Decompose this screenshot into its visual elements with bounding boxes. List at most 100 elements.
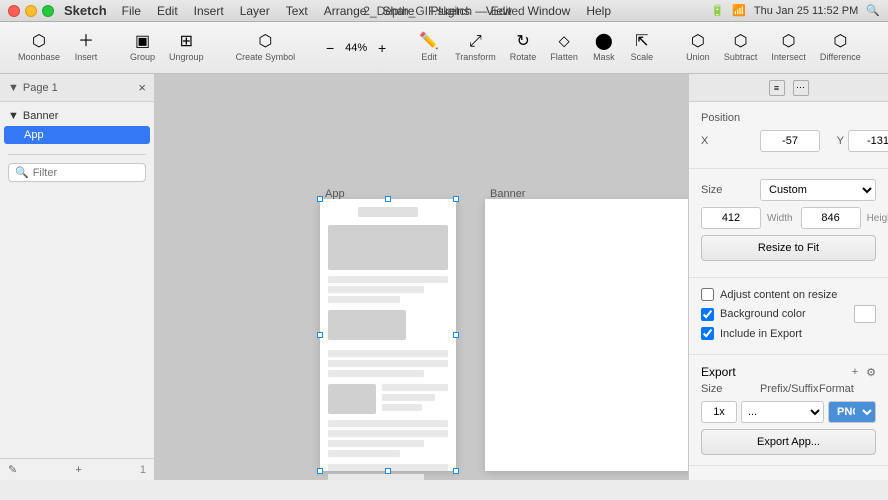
page-expand-icon[interactable]: ▼ xyxy=(8,82,19,94)
include-export-checkbox[interactable] xyxy=(701,327,714,340)
height-input[interactable] xyxy=(801,207,861,229)
panel-tab-icon-2[interactable]: ⋯ xyxy=(793,80,809,96)
y-input[interactable] xyxy=(848,130,888,152)
union-icon: ⬡ xyxy=(691,34,705,50)
options-section: Adjust content on resize Background colo… xyxy=(689,278,888,355)
menubar: Sketch File Edit Insert Layer Text Arran… xyxy=(0,0,888,22)
export-size-input[interactable] xyxy=(701,401,737,423)
ungroup-button[interactable]: ⊞ Ungroup xyxy=(163,31,210,65)
flatten-button[interactable]: ⬦ Flatten xyxy=(544,31,584,65)
group-icon: ▣ xyxy=(135,34,150,50)
export-prefix-col-label: Prefix/Suffix xyxy=(760,383,815,395)
fullscreen-button[interactable] xyxy=(42,5,54,17)
sidebar-page-count: 1 xyxy=(140,464,146,476)
traffic-lights[interactable] xyxy=(8,5,54,17)
export-app-button[interactable]: Export App... xyxy=(701,429,876,455)
rotate-label: Rotate xyxy=(510,52,537,62)
search-menubar-icon[interactable]: 🔍 xyxy=(866,4,880,17)
sidebar-pencil-icon[interactable]: ✎ xyxy=(8,463,17,476)
main-toolbar: ⬡ Moonbase ＋ Insert ▣ Group ⊞ Ungroup ⬡ … xyxy=(0,22,888,74)
toolbar-group-group: ▣ Group ⊞ Ungroup xyxy=(120,31,214,65)
rotate-icon: ↻ xyxy=(516,34,529,50)
app-layer-label: App xyxy=(24,129,44,141)
scale-button[interactable]: ⇱ Scale xyxy=(624,31,660,65)
union-label: Union xyxy=(686,52,710,62)
adjust-content-checkbox[interactable] xyxy=(701,288,714,301)
panel-tab-icon-1[interactable]: ≡ xyxy=(769,80,785,96)
bg-color-checkbox[interactable] xyxy=(701,308,714,321)
insert-label: Insert xyxy=(75,52,98,62)
scale-icon: ⇱ xyxy=(635,34,648,50)
create-symbol-icon: ⬡ xyxy=(258,34,272,50)
page-label: Page 1 xyxy=(23,82,58,94)
menu-insert[interactable]: Insert xyxy=(187,3,231,19)
canvas-area[interactable]: App xyxy=(155,74,688,480)
flatten-icon: ⬦ xyxy=(558,34,569,50)
search-input-wrap[interactable]: 🔍 xyxy=(8,163,146,182)
export-size-row: Size Prefix/Suffix Format xyxy=(701,383,876,395)
mask-label: Mask xyxy=(593,52,615,62)
height-unit: Height xyxy=(867,213,888,224)
adjust-content-label: Adjust content on resize xyxy=(720,289,837,301)
edit-icon: ✏️ xyxy=(419,34,439,50)
export-format-select[interactable]: PNG JPG SVG PDF xyxy=(828,401,876,423)
subtract-button[interactable]: ⬡ Subtract xyxy=(718,31,764,65)
menu-help[interactable]: Help xyxy=(579,3,618,19)
insert-icon: ＋ xyxy=(78,34,94,50)
menu-text[interactable]: Text xyxy=(279,3,315,19)
layer-tree: ▼ Banner App xyxy=(0,102,154,148)
difference-button[interactable]: ⬡ Difference xyxy=(814,31,867,65)
close-button[interactable] xyxy=(8,5,20,17)
mask-icon: ⬤ xyxy=(595,34,613,50)
size-preset-select[interactable]: Custom iPhone SE iPhone 14 xyxy=(760,179,876,201)
export-prefix-select[interactable]: ... xyxy=(741,401,824,423)
zoom-out-button[interactable]: − xyxy=(321,39,339,57)
menu-layer[interactable]: Layer xyxy=(233,3,277,19)
menu-edit[interactable]: Edit xyxy=(150,3,185,19)
width-input[interactable] xyxy=(701,207,761,229)
menu-file[interactable]: File xyxy=(115,3,148,19)
bg-color-label: Background color xyxy=(720,308,806,320)
difference-icon: ⬡ xyxy=(833,34,847,50)
toolbar-moonbase-group: ⬡ Moonbase ＋ Insert xyxy=(8,31,108,65)
app-artboard-content xyxy=(320,199,456,480)
banner-group-item[interactable]: ▼ Banner xyxy=(0,106,154,126)
intersect-button[interactable]: ⬡ Intersect xyxy=(765,31,812,65)
group-button[interactable]: ▣ Group xyxy=(124,31,161,65)
export-values-row: ... PNG JPG SVG PDF xyxy=(701,401,876,423)
adjust-content-row: Adjust content on resize xyxy=(701,288,876,301)
transform-button[interactable]: ⤢ Transform xyxy=(449,31,502,65)
size-label: Size xyxy=(701,184,756,196)
union-button[interactable]: ⬡ Union xyxy=(680,31,716,65)
banner-artboard-content xyxy=(485,199,688,215)
bg-color-swatch[interactable] xyxy=(854,305,876,323)
minimize-button[interactable] xyxy=(25,5,37,17)
insert-button[interactable]: ＋ Insert xyxy=(68,31,104,65)
app-artboard xyxy=(320,199,456,471)
edit-button[interactable]: ✏️ Edit xyxy=(411,31,447,65)
rotate-button[interactable]: ↻ Rotate xyxy=(504,31,543,65)
search-input[interactable] xyxy=(33,167,113,179)
mask-button[interactable]: ⬤ Mask xyxy=(586,31,622,65)
intersect-icon: ⬡ xyxy=(782,34,796,50)
export-settings-icon[interactable]: ⚙ xyxy=(866,366,876,379)
moonbase-button[interactable]: ⬡ Moonbase xyxy=(12,31,66,65)
zoom-in-button[interactable]: + xyxy=(373,39,391,57)
app-layer-item[interactable]: App xyxy=(4,126,150,144)
menu-window[interactable]: Window xyxy=(521,3,578,19)
zoom-value: 44% xyxy=(341,42,371,54)
x-label: X xyxy=(701,135,756,147)
menubar-right: 2_Depth_GIF.sketch — Edited 🔋 📶 Thu Jan … xyxy=(711,4,880,17)
export-header-row: Export + ⚙ xyxy=(701,365,876,379)
export-title: Export xyxy=(701,365,848,379)
clock-label: Thu Jan 25 11:52 PM xyxy=(754,5,858,17)
width-height-row: Width Height xyxy=(701,207,876,229)
toolbar-boolean-group: ⬡ Union ⬡ Subtract ⬡ Intersect ⬡ Differe… xyxy=(676,31,871,65)
right-panel-tabs: ≡ ⋯ xyxy=(689,74,888,102)
resize-to-fit-button[interactable]: Resize to Fit xyxy=(701,235,876,261)
x-input[interactable] xyxy=(760,130,820,152)
export-add-icon[interactable]: + xyxy=(852,366,858,378)
create-symbol-button[interactable]: ⬡ Create Symbol xyxy=(230,31,302,65)
page-close-icon[interactable]: × xyxy=(138,80,146,95)
sidebar-add-page-icon[interactable]: + xyxy=(75,464,81,476)
